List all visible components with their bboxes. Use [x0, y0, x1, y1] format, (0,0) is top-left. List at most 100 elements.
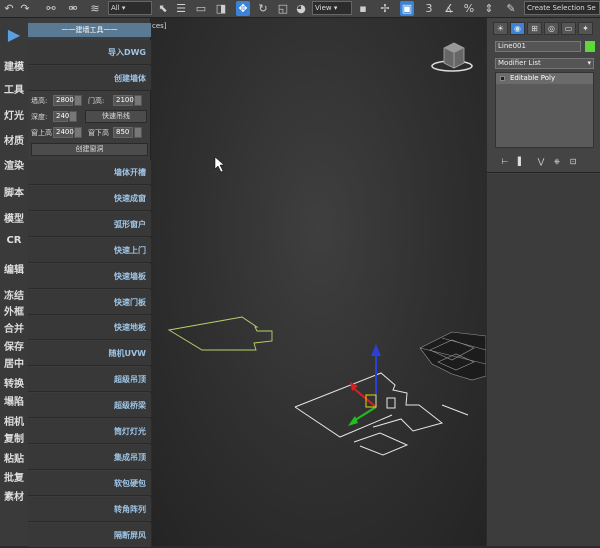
hierarchy-tab-icon[interactable]: ⊞ — [527, 22, 542, 35]
modifier-stack-item[interactable]: Editable Poly — [496, 73, 593, 84]
select-rotate-icon[interactable]: ↻ — [256, 1, 270, 16]
motion-tab-icon[interactable]: ◎ — [544, 22, 559, 35]
snaps-toggle-icon[interactable]: 3 — [422, 1, 436, 16]
viewcube[interactable] — [431, 42, 473, 72]
selection-filter-dropdown[interactable]: All ▾ — [108, 1, 152, 15]
category-6[interactable]: 模型 — [0, 210, 28, 225]
category-18[interactable]: 粘贴 — [0, 450, 28, 465]
tool-button-0[interactable]: 墙体开槽 — [28, 160, 151, 185]
wireframe-object[interactable] — [419, 331, 486, 381]
named-selection-sets-dropdown[interactable]: Create Selection Se — [524, 1, 600, 15]
category-12[interactable]: 保存 — [0, 338, 28, 353]
tool-button-7[interactable]: 随机UVW — [28, 341, 151, 367]
tool-button-10[interactable]: 筒灯灯光 — [28, 419, 151, 444]
redo-icon[interactable]: ↷ — [18, 1, 32, 16]
object-color-swatch[interactable] — [585, 41, 595, 52]
tool-button-12[interactable]: 软包硬包 — [28, 470, 151, 496]
play-logo-icon[interactable]: ▶ — [3, 26, 25, 44]
import-dwg-button[interactable]: 导入DWG — [28, 40, 151, 65]
tool-button-11[interactable]: 集成吊顶 — [28, 444, 151, 470]
pin-stack-icon[interactable]: ⊢ — [499, 156, 511, 168]
chevron-down-icon: ▾ — [587, 59, 591, 67]
category-20[interactable]: 素材 — [0, 488, 28, 503]
category-0[interactable]: 建模 — [0, 58, 28, 73]
category-13[interactable]: 居中 — [0, 355, 28, 370]
place-icon[interactable]: ◕ — [294, 1, 308, 16]
select-scale-icon[interactable]: ◱ — [276, 1, 290, 16]
create-tab-icon[interactable]: ☀ — [493, 22, 508, 35]
tool-button-4[interactable]: 快速墙板 — [28, 263, 151, 289]
object-name-field[interactable]: Line001 — [495, 41, 581, 52]
angle-snap-icon[interactable]: ∡ — [442, 1, 456, 16]
floorplan-outline[interactable] — [294, 372, 469, 456]
create-wall-button[interactable]: 创建墙体 — [28, 66, 151, 91]
select-by-name-icon[interactable]: ☰ — [174, 1, 188, 16]
pivot-center-icon[interactable]: ▪ — [356, 1, 370, 16]
expand-icon[interactable] — [500, 76, 505, 81]
quick-line-button[interactable]: 快速吊线 — [85, 110, 147, 123]
reference-coord-dropdown[interactable]: View ▾ — [312, 1, 352, 15]
utilities-tab-icon[interactable]: ✦ — [578, 22, 593, 35]
wall-height-spinner[interactable] — [74, 95, 82, 106]
bind-spacewarp-icon[interactable]: ≋ — [88, 1, 102, 16]
tool-button-14[interactable]: 隔断屏风 — [28, 522, 151, 548]
percent-snap-icon[interactable]: % — [462, 1, 476, 16]
category-11[interactable]: 合并 — [0, 320, 28, 335]
category-3[interactable]: 材质 — [0, 132, 28, 147]
category-9[interactable]: 冻结 — [0, 287, 28, 302]
category-7[interactable]: CR — [0, 235, 28, 246]
category-16[interactable]: 相机 — [0, 413, 28, 428]
selected-line-shape[interactable] — [167, 316, 273, 351]
modify-tab-icon[interactable]: ◉ — [510, 22, 525, 35]
unlink-icon[interactable]: ⚮ — [66, 1, 80, 16]
door-height-spinner[interactable] — [134, 95, 142, 106]
rect-selection-icon[interactable]: ▭ — [194, 1, 208, 16]
remove-modifier-icon[interactable]: ⎈ — [551, 156, 563, 168]
spinner-snap-icon[interactable]: ⇕ — [482, 1, 496, 16]
edit-named-selection-icon[interactable]: ✎ — [504, 1, 518, 16]
category-15[interactable]: 塌陷 — [0, 393, 28, 408]
tool-button-13[interactable]: 转角阵列 — [28, 496, 151, 522]
category-8[interactable]: 编辑 — [0, 261, 28, 276]
category-19[interactable]: 批复 — [0, 469, 28, 484]
show-end-result-icon[interactable]: ▌ — [515, 156, 527, 168]
window-sill-spinner[interactable] — [74, 127, 82, 138]
tool-button-3[interactable]: 快速上门 — [28, 237, 151, 263]
transform-gizmo[interactable] — [348, 344, 381, 426]
category-5[interactable]: 脚本 — [0, 184, 28, 199]
category-1[interactable]: 工具 — [0, 81, 28, 96]
create-hole-button[interactable]: 创建窗洞 — [31, 143, 148, 156]
tool-button-1[interactable]: 快速成窗 — [28, 185, 151, 211]
select-manipulate-icon[interactable]: ✢ — [378, 1, 392, 16]
tool-button-5[interactable]: 快速门板 — [28, 289, 151, 315]
modifier-stack[interactable]: Editable Poly — [495, 72, 594, 148]
tool-button-9[interactable]: 超级桥梁 — [28, 393, 151, 419]
category-4[interactable]: 渲染 — [0, 157, 28, 172]
depth-spinner[interactable] — [69, 111, 77, 122]
select-object-icon[interactable]: ⬉ — [156, 1, 170, 16]
tool-button-6[interactable]: 快速地板 — [28, 315, 151, 341]
window-bottom-spinner[interactable] — [134, 127, 142, 138]
window-crossing-icon[interactable]: ◨ — [214, 1, 228, 16]
configure-sets-icon[interactable]: ⊡ — [567, 156, 579, 168]
window-bottom-field[interactable]: 850 — [113, 127, 133, 138]
keyboard-shortcut-icon[interactable]: ▣ — [400, 1, 414, 16]
depth-field[interactable]: 240 — [53, 111, 69, 122]
make-unique-icon[interactable]: ⋁ — [535, 156, 547, 168]
category-2[interactable]: 灯光 — [0, 107, 28, 122]
window-sill-field[interactable]: 2400 — [53, 127, 74, 138]
undo-icon[interactable]: ↶ — [2, 1, 16, 16]
door-height-field[interactable]: 2100 — [113, 95, 134, 106]
category-17[interactable]: 复制 — [0, 430, 28, 445]
display-tab-icon[interactable]: ▭ — [561, 22, 576, 35]
tool-button-2[interactable]: 弧形窗户 — [28, 211, 151, 237]
wall-height-field[interactable]: 2800 — [53, 95, 74, 106]
viewport-scene — [167, 42, 486, 456]
select-move-icon[interactable]: ✥ — [236, 1, 250, 16]
category-14[interactable]: 转换 — [0, 375, 28, 390]
perspective-viewport[interactable]: ces] — [152, 18, 486, 546]
tool-button-8[interactable]: 超级吊顶 — [28, 367, 151, 393]
modifier-list-dropdown[interactable]: Modifier List ▾ — [495, 58, 594, 69]
category-10[interactable]: 外框 — [0, 303, 28, 318]
link-icon[interactable]: ⚯ — [44, 1, 58, 16]
